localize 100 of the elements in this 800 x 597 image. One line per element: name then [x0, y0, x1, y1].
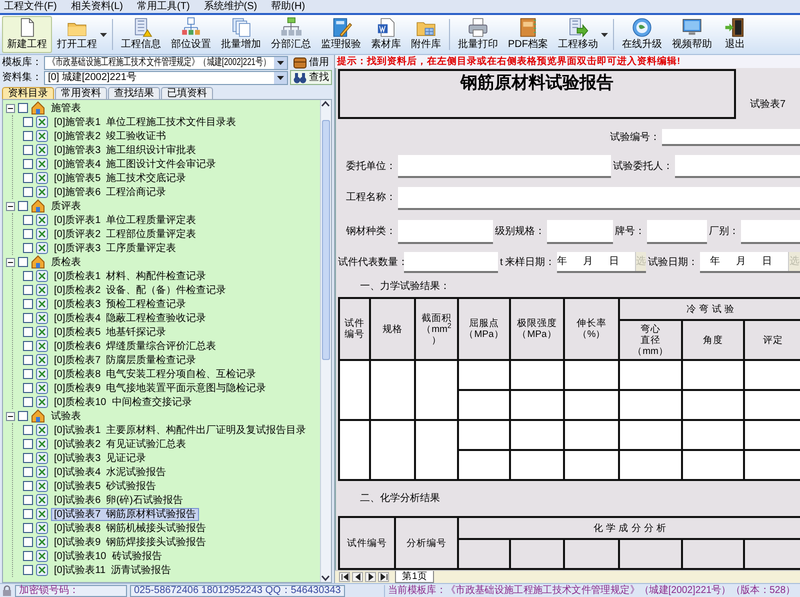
tab[interactable]: 查找结果	[108, 87, 160, 99]
input-field[interactable]	[647, 220, 707, 244]
checkbox[interactable]	[23, 229, 33, 239]
checkbox[interactable]	[23, 495, 33, 505]
tree-item[interactable]: [0]试验表11 沥青试验报告	[51, 564, 174, 576]
checkbox[interactable]	[23, 159, 33, 169]
tree-item[interactable]: [0]施管表5 施工技术交底记录	[51, 172, 190, 184]
input-field[interactable]	[662, 129, 800, 146]
checkbox[interactable]	[23, 173, 33, 183]
tree-item[interactable]: 质检表	[48, 256, 84, 268]
checkbox[interactable]	[23, 369, 33, 379]
toolbar-button[interactable]: 监理报验	[316, 16, 366, 53]
collapse-icon[interactable]	[6, 258, 15, 266]
tree-item[interactable]: [0]质检表6 焊缝质量综合评价汇总表	[51, 340, 220, 352]
checkbox[interactable]	[23, 243, 33, 253]
scroll-thumb[interactable]	[322, 120, 330, 360]
checkbox[interactable]	[23, 481, 33, 491]
menu-item[interactable]: 相关资料(L)	[70, 0, 124, 13]
checkbox[interactable]	[23, 145, 33, 155]
tree-item[interactable]: [0]试验表2 有见证试验汇总表	[51, 438, 190, 450]
page-nav-button[interactable]	[365, 572, 376, 582]
tree-item[interactable]: [0]施管表3 施工组织设计审批表	[51, 144, 200, 156]
input-field[interactable]	[398, 186, 800, 210]
dropdown-field[interactable]: [0] 城建[2002]221号	[44, 70, 288, 84]
tree-item[interactable]: [0]试验表5 砂试验报告	[51, 480, 160, 492]
input-field[interactable]	[675, 155, 800, 178]
tree-item[interactable]: 质评表	[48, 200, 84, 212]
checkbox[interactable]	[18, 103, 28, 113]
checkbox[interactable]	[23, 467, 33, 477]
tree-item[interactable]: [0]质检表2 设备、配（备）件检查记录	[51, 284, 230, 296]
tree-item[interactable]: [0]质检表1 材料、构配件检查记录	[51, 270, 210, 282]
tree-item[interactable]: [0]质检表8 电气安装工程分项自检、互检记录	[51, 368, 260, 380]
tab[interactable]: 常用资料	[55, 87, 107, 99]
tree-item[interactable]: [0]试验表1 主要原材料、构配件出厂证明及复试报告目录	[51, 424, 310, 436]
collapse-icon[interactable]	[6, 104, 15, 112]
tree-item[interactable]: [0]质评表2 工程部位质量评定表	[51, 228, 200, 240]
checkbox[interactable]	[23, 439, 33, 449]
scrollbar[interactable]	[320, 100, 331, 582]
dropdown-field[interactable]: 《市政基础设施工程施工技术文件管理规定》（城建[2002]221号）	[44, 56, 288, 70]
input-field[interactable]	[398, 220, 493, 244]
checkbox[interactable]	[23, 285, 33, 295]
input-field[interactable]	[741, 220, 800, 244]
tree-item[interactable]: 施管表	[48, 102, 84, 114]
checkbox[interactable]	[23, 383, 33, 393]
page-nav-button[interactable]	[378, 572, 389, 582]
toolbar-button[interactable]: 打开工程	[52, 16, 102, 53]
collapse-icon[interactable]	[6, 202, 15, 210]
tree-item[interactable]: [0]试验表4 水泥试验报告	[51, 466, 170, 478]
tab[interactable]: 资料目录	[2, 87, 54, 99]
page-nav-button[interactable]	[339, 572, 350, 582]
input-field[interactable]	[398, 155, 611, 178]
tree-item[interactable]: [0]施管表6 工程洽商记录	[51, 186, 170, 198]
checkbox[interactable]	[23, 397, 33, 407]
checkbox[interactable]	[23, 187, 33, 197]
checkbox[interactable]	[23, 453, 33, 463]
page-nav-button[interactable]	[352, 572, 363, 582]
toolbar-button[interactable]: 在线升级	[617, 16, 667, 53]
tree-item[interactable]: [0]质检表9 电气接地装置平面示意图与隐检记录	[51, 382, 270, 394]
toolbar-button[interactable]: 素材库	[366, 16, 406, 53]
tree-item[interactable]: [0]施管表2 竣工验收证书	[51, 130, 170, 142]
checkbox[interactable]	[23, 327, 33, 337]
input-field[interactable]	[547, 220, 613, 244]
checkbox[interactable]	[23, 537, 33, 547]
collapse-icon[interactable]	[6, 412, 15, 420]
checkbox[interactable]	[18, 201, 28, 211]
checkbox[interactable]	[18, 411, 28, 421]
tree-item[interactable]: [0]试验表10 砖试验报告	[51, 550, 165, 562]
toolbar-button[interactable]: 视频帮助	[667, 16, 717, 53]
toolbar-button[interactable]: 新建工程	[2, 16, 52, 53]
toolbar-button[interactable]: 批量增加	[216, 16, 266, 53]
toolbar-button[interactable]: 退出	[717, 16, 753, 53]
checkbox[interactable]	[23, 355, 33, 365]
checkbox[interactable]	[23, 523, 33, 533]
checkbox[interactable]	[18, 257, 28, 267]
checkbox[interactable]	[23, 117, 33, 127]
tree-item[interactable]: [0]试验表8 钢筋机械接头试验报告	[51, 522, 210, 534]
toolbar-button[interactable]: 批量打印	[453, 16, 503, 53]
checkbox[interactable]	[23, 313, 33, 323]
toolbar-button[interactable]: 查找	[290, 70, 332, 85]
menu-item[interactable]: 系统维护(S)	[204, 0, 258, 13]
checkbox[interactable]	[23, 299, 33, 309]
tree-item[interactable]: [0]试验表9 钢筋焊接接头试验报告	[51, 536, 210, 548]
tree-item[interactable]: [0]质检表5 地基钎探记录	[51, 326, 170, 338]
caret-icon[interactable]	[601, 32, 608, 36]
caret-icon[interactable]	[100, 32, 107, 36]
menu-item[interactable]: 工程文件(F)	[4, 0, 57, 13]
input-field[interactable]	[404, 252, 498, 273]
tree-item[interactable]: [0]试验表6 卵(碎)石试验报告	[51, 494, 186, 506]
tab[interactable]: 已填资料	[161, 87, 213, 99]
toolbar-button[interactable]: 分部汇总	[266, 16, 316, 53]
toolbar-button[interactable]: 工程信息	[116, 16, 166, 53]
menu-item[interactable]: 常用工具(T)	[137, 0, 190, 13]
checkbox[interactable]	[23, 565, 33, 575]
toolbar-button[interactable]: PDF档案	[503, 16, 553, 53]
toolbar-button[interactable]: 附件库	[406, 16, 446, 53]
tree-item[interactable]: [0]施管表4 施工图设计文件会审记录	[51, 158, 220, 170]
checkbox[interactable]	[23, 215, 33, 225]
tree-item[interactable]: [0]质评表1 单位工程质量评定表	[51, 214, 200, 226]
checkbox[interactable]	[23, 551, 33, 561]
tree-item[interactable]: [0]质检表7 防腐层质量检查记录	[51, 354, 200, 366]
